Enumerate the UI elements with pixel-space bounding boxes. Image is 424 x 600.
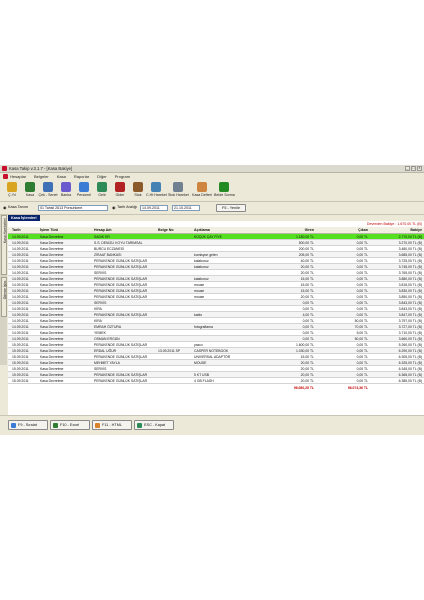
column-header[interactable]: Belge No xyxy=(158,227,192,233)
table-cell: Kasa Devretme xyxy=(40,379,64,383)
minimize-button[interactable]: _ xyxy=(405,166,410,171)
toolbar-label: Personel xyxy=(76,193,92,197)
menu-bar: Hesaplar Belgeler Kasa Raporlar Diğer Program xyxy=(0,173,424,180)
cheque-icon xyxy=(43,182,53,192)
column-header[interactable]: Tarih xyxy=(12,227,36,233)
menu-item-5[interactable]: Program xyxy=(111,173,134,180)
action-button-label: F9 - Sıralat xyxy=(18,423,37,427)
action-button-2[interactable]: F11 - HTML xyxy=(92,420,132,430)
total-cikan: 96.074,36 TL xyxy=(347,386,368,390)
status-bar: F9 - Sıralat F10 - Excel F11 - HTML ESC - K… xyxy=(0,415,424,435)
column-header[interactable]: Açıklama xyxy=(194,227,260,233)
toolbar-label: Banka xyxy=(60,193,72,197)
toolbar-label: Ç.Yıl xyxy=(8,193,16,197)
toolbar-label: Kasa Defteri xyxy=(192,193,212,197)
date-range-label: Tarih Aralığı xyxy=(117,205,138,209)
column-header[interactable]: Giren xyxy=(264,227,314,233)
filter-bar: ◉ Kasa Tanım 01 Tahsil 2613 Porsuhkent ◉… xyxy=(0,202,424,215)
toolbar-button-1[interactable]: Kasa xyxy=(20,182,40,201)
toolbar-button-11[interactable]: Belde Sorma xyxy=(214,182,235,201)
toolbar-button-3[interactable]: Banka xyxy=(56,182,76,201)
action-button-label: ESC - Kapat xyxy=(144,423,166,427)
toolbar-label: Çek - Senet xyxy=(38,193,58,197)
toolbar-button-6[interactable]: Gider xyxy=(110,182,130,201)
account-movement-icon xyxy=(151,182,161,192)
menu-item-3[interactable]: Raporlar xyxy=(70,173,93,180)
toolbar-button-10[interactable]: Kasa Defteri xyxy=(192,182,212,201)
menu-item-4[interactable]: Diğer xyxy=(93,173,111,180)
column-header[interactable]: Bakiye xyxy=(372,227,422,233)
date-from-field[interactable]: 14.09.2011 xyxy=(140,205,168,211)
tab-kasa-hareketleri[interactable]: Kasa Hareketleri xyxy=(1,215,7,275)
bank-icon xyxy=(61,182,71,192)
action-button-3[interactable]: ESC - Kapat xyxy=(134,420,174,430)
table-cell: 20,00 TL xyxy=(300,379,314,383)
action-button-label: F10 - Excel xyxy=(60,423,80,427)
action-button-0[interactable]: F9 - Sıralat xyxy=(8,420,48,430)
menu-item-2[interactable]: Kasa xyxy=(53,173,70,180)
application-window: Kasa Takip v.3.1.7 - [Kasa Bakiye] _ □ x… xyxy=(0,165,424,435)
kasa-radio[interactable]: ◉ xyxy=(3,205,6,210)
cash-box-icon xyxy=(25,182,35,192)
toolbar-label: Gider xyxy=(115,193,125,197)
toolbar-label: Stok xyxy=(134,193,142,197)
toolbar-button-5[interactable]: Gelir xyxy=(92,182,112,201)
table-cell: 0,00 TL xyxy=(356,379,368,383)
column-header[interactable]: İşlem Türü xyxy=(40,227,90,233)
close-button[interactable]: x xyxy=(417,166,422,171)
column-header[interactable]: Hesap Adı xyxy=(94,227,154,233)
date-range-radio[interactable]: ◉ xyxy=(112,205,115,210)
income-icon xyxy=(97,182,107,192)
totals-row: 96.080,25 TL 96.074,36 TL xyxy=(8,385,424,391)
tab-odeme-islemleri[interactable]: Ödeme İşlm. xyxy=(1,277,7,317)
toolbar-label: C.Ht Hareket xyxy=(146,193,167,197)
toolbar-button-8[interactable]: C.Ht Hareket xyxy=(146,182,167,201)
toolbar-label: Kasa xyxy=(25,193,35,197)
window-title: Kasa Takip v.3.1.7 - [Kasa Bakiye] xyxy=(9,166,73,171)
query-icon xyxy=(219,182,229,192)
exit-icon xyxy=(137,422,142,428)
toolbar-button-7[interactable]: Stok xyxy=(128,182,148,201)
kasa-label: Kasa Tanım xyxy=(8,205,28,209)
action-button-1[interactable]: F10 - Excel xyxy=(50,420,90,430)
column-header[interactable]: Çıkan xyxy=(318,227,368,233)
side-tab-strip: Kasa Hareketleri Ödeme İşlm. xyxy=(0,215,7,365)
table-cell: 6.385,00 TL (B) xyxy=(398,379,422,383)
toolbar-button-2[interactable]: Çek - Senet xyxy=(38,182,58,201)
calendar-icon xyxy=(7,182,17,192)
maximize-button[interactable]: □ xyxy=(411,166,416,171)
toolbar-label: Stok Hareket xyxy=(168,193,189,197)
cash-operations-panel: Kasa İşlemleri Devreden Bakiye : 1.670,0… xyxy=(8,215,424,415)
date-to-field[interactable]: 21.10.2011 xyxy=(172,205,200,211)
excel-icon xyxy=(53,422,58,428)
people-icon xyxy=(79,182,89,192)
toolbar-button-9[interactable]: Stok Hareket xyxy=(168,182,189,201)
table-cell: 15.09.2011 xyxy=(12,379,29,383)
toolbar-label: Gelir xyxy=(98,193,106,197)
menu-item-0[interactable]: Hesaplar xyxy=(0,173,30,180)
toolbar-button-0[interactable]: Ç.Yıl xyxy=(2,182,22,201)
ledger-icon xyxy=(197,182,207,192)
app-logo-icon xyxy=(2,166,7,171)
panel-title-tab[interactable]: Kasa İşlemleri xyxy=(8,215,40,221)
table-cell: 4 GB FLASH xyxy=(194,379,214,383)
expense-icon xyxy=(115,182,125,192)
toolbar-button-4[interactable]: Personel xyxy=(74,182,94,201)
kasa-select[interactable]: 01 Tahsil 2613 Porsuhkent xyxy=(38,205,108,211)
menu-item-1[interactable]: Belgeler xyxy=(30,173,53,180)
title-bar: Kasa Takip v.3.1.7 - [Kasa Bakiye] _ □ x xyxy=(0,165,424,173)
total-giren: 96.080,25 TL xyxy=(293,386,314,390)
toolbar-label: Belde Sorma xyxy=(214,193,235,197)
action-button-label: F11 - HTML xyxy=(102,423,122,427)
html-icon xyxy=(95,422,100,428)
toolbar: Ç.Yıl Kasa Çek - Senet Banka Personel Gelir Gi… xyxy=(0,181,424,202)
table-cell: PERAKENDE GÜNLÜK SATIŞLAR xyxy=(94,379,148,383)
refresh-button[interactable]: F5 - Yenile xyxy=(216,204,246,212)
stock-movement-icon xyxy=(173,182,183,192)
table-header: Tarih İşlem Türü Hesap Adı Belge No Açıklama… xyxy=(8,227,424,234)
stock-icon xyxy=(133,182,143,192)
sort-icon xyxy=(11,422,16,428)
table-row[interactable]: 15.09.2011 Kasa Devretme PERAKENDE GÜNLÜK … xyxy=(8,378,424,384)
